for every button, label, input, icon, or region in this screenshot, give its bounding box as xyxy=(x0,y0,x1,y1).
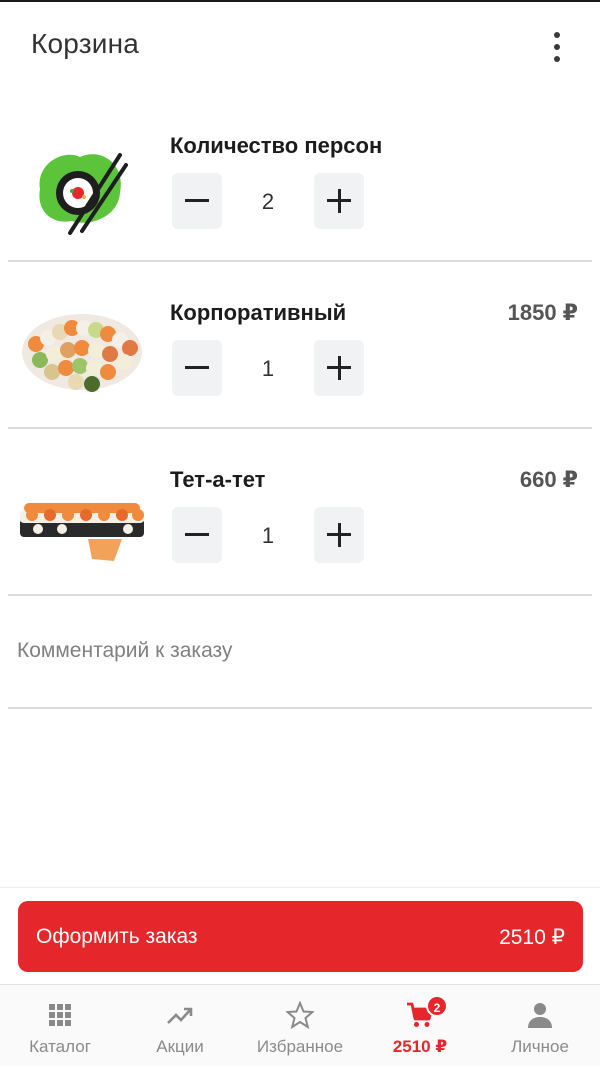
cart-item-tete-a-tete: Тет-а-тет 660 ₽ 1 xyxy=(0,429,600,596)
decrease-button[interactable] xyxy=(172,507,222,563)
checkout-label: Оформить заказ xyxy=(36,925,198,948)
quantity-stepper: 1 xyxy=(172,507,364,563)
increase-button[interactable] xyxy=(314,507,364,563)
app-header: Корзина xyxy=(0,2,600,88)
increase-button[interactable] xyxy=(314,173,364,229)
star-icon xyxy=(286,1001,314,1029)
comment-input[interactable] xyxy=(8,595,592,707)
item-price: 660 ₽ xyxy=(519,467,578,492)
user-icon xyxy=(528,1003,552,1028)
item-name: Количество персон xyxy=(170,133,383,158)
checkout-total: 2510 ₽ xyxy=(499,926,565,949)
item-name: Тет-а-тет xyxy=(170,467,266,492)
grid-icon xyxy=(49,1004,71,1026)
tab-profile[interactable]: Личное xyxy=(480,985,600,1066)
quantity-value: 1 xyxy=(261,356,275,381)
tab-label: Каталог xyxy=(29,1037,91,1056)
cart-count-badge: 2 xyxy=(426,995,448,1017)
trending-up-icon xyxy=(167,1007,193,1024)
minus-icon xyxy=(185,199,209,202)
tab-label: Избранное xyxy=(256,1037,344,1056)
decrease-button[interactable] xyxy=(172,340,222,396)
quantity-stepper: 2 xyxy=(172,173,364,229)
chopsticks-roll-logo xyxy=(18,121,146,239)
tab-catalog[interactable]: Каталог xyxy=(0,985,120,1066)
tab-promotions[interactable]: Акции xyxy=(120,985,240,1066)
divider xyxy=(8,707,592,709)
tab-label: Акции xyxy=(156,1037,204,1056)
checkout-bar: Оформить заказ 2510 ₽ xyxy=(0,887,600,984)
minus-icon xyxy=(185,366,209,369)
more-vertical-icon[interactable] xyxy=(542,28,572,68)
bottom-navigation: Каталог Акции Избранное 2 2510 ₽ Личное xyxy=(0,984,600,1066)
quantity-value: 1 xyxy=(261,523,275,548)
page-title: Корзина xyxy=(31,28,140,59)
tab-cart[interactable]: 2 2510 ₽ xyxy=(360,985,480,1066)
tab-favorites[interactable]: Избранное xyxy=(240,985,360,1066)
minus-icon xyxy=(185,533,209,536)
tab-label: Личное xyxy=(511,1037,569,1056)
increase-button[interactable] xyxy=(314,340,364,396)
cart-item-corporate: Корпоративный 1850 ₽ 1 xyxy=(0,262,600,429)
quantity-value: 2 xyxy=(261,189,275,214)
cart-item-persons: Количество персон 2 xyxy=(0,95,600,262)
item-price: 1850 ₽ xyxy=(507,300,578,325)
tab-label: 2510 ₽ xyxy=(392,1037,448,1056)
sushi-set-photo xyxy=(18,288,146,406)
checkout-button[interactable]: Оформить заказ 2510 ₽ xyxy=(18,901,583,972)
decrease-button[interactable] xyxy=(172,173,222,229)
quantity-stepper: 1 xyxy=(172,340,364,396)
sushi-rolls-photo xyxy=(18,455,146,573)
order-comment xyxy=(0,595,600,709)
item-name: Корпоративный xyxy=(170,300,347,325)
